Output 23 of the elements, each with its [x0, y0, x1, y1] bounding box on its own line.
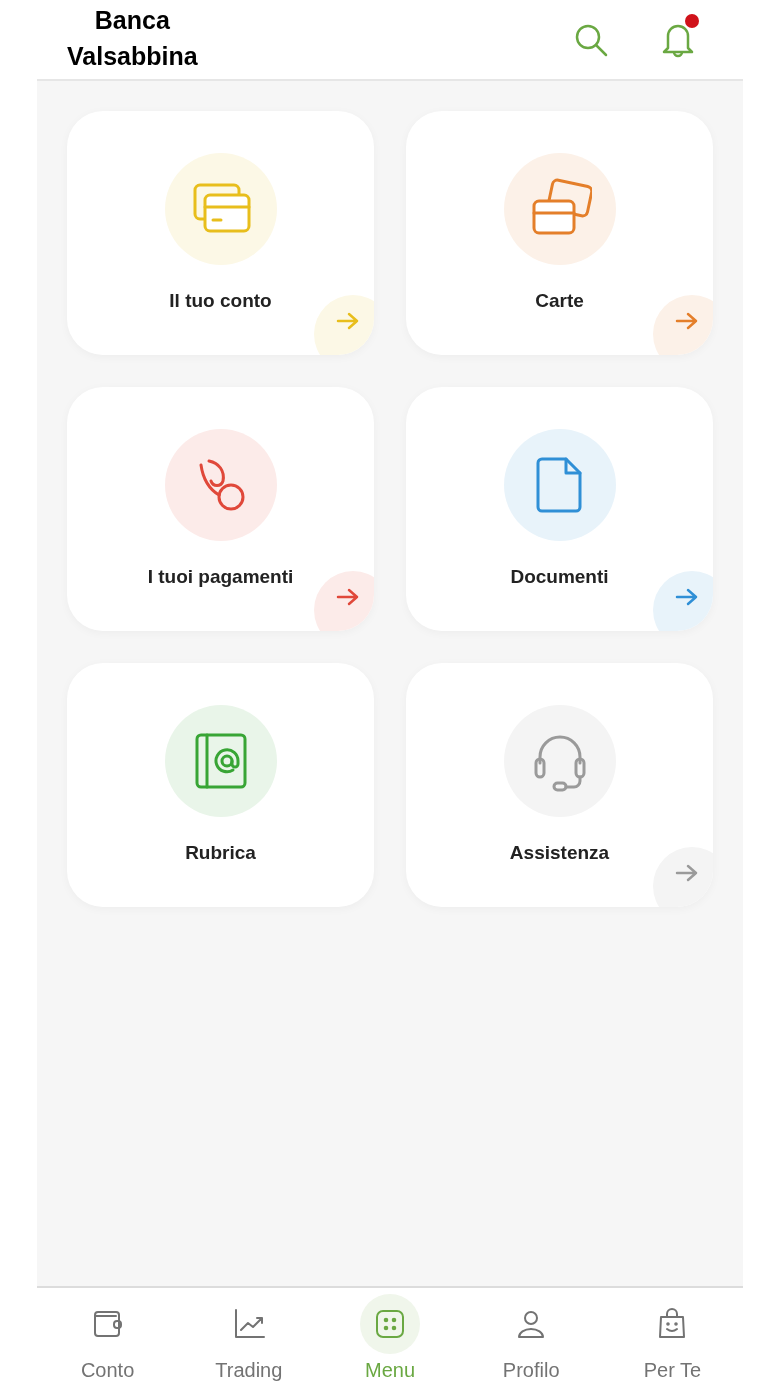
arrow-right-icon: [336, 587, 360, 607]
tile-label: Il tuo conto: [169, 289, 272, 313]
menu-tile[interactable]: Documenti: [406, 387, 713, 631]
tile-label: Carte: [535, 289, 584, 313]
menu-tile[interactable]: Assistenza: [406, 663, 713, 907]
arrow-right-icon: [336, 311, 360, 331]
menu-tile[interactable]: Il tuo conto: [67, 111, 374, 355]
tile-label: Rubrica: [185, 841, 256, 865]
tile-label: I tuoi pagamenti: [147, 565, 294, 589]
nav-tab[interactable]: Conto: [37, 1288, 179, 1386]
menu-tile[interactable]: Carte: [406, 111, 713, 355]
arrow-right-icon: [675, 863, 699, 883]
nav-tab[interactable]: Trading: [178, 1288, 320, 1386]
nav-tab[interactable]: Profilo: [460, 1288, 602, 1386]
nav-tab[interactable]: Per Te: [601, 1288, 743, 1386]
bank-name: Banca Valsabbina: [67, 4, 198, 72]
tile-label: Documenti: [510, 565, 609, 589]
menu-tile[interactable]: Rubrica: [67, 663, 374, 907]
arrow-right-icon: [675, 587, 699, 607]
tile-label: Assistenza: [509, 841, 610, 865]
menu-icon: [373, 1307, 407, 1341]
arrow-right-icon: [675, 311, 699, 331]
menu-tile[interactable]: I tuoi pagamenti: [67, 387, 374, 631]
